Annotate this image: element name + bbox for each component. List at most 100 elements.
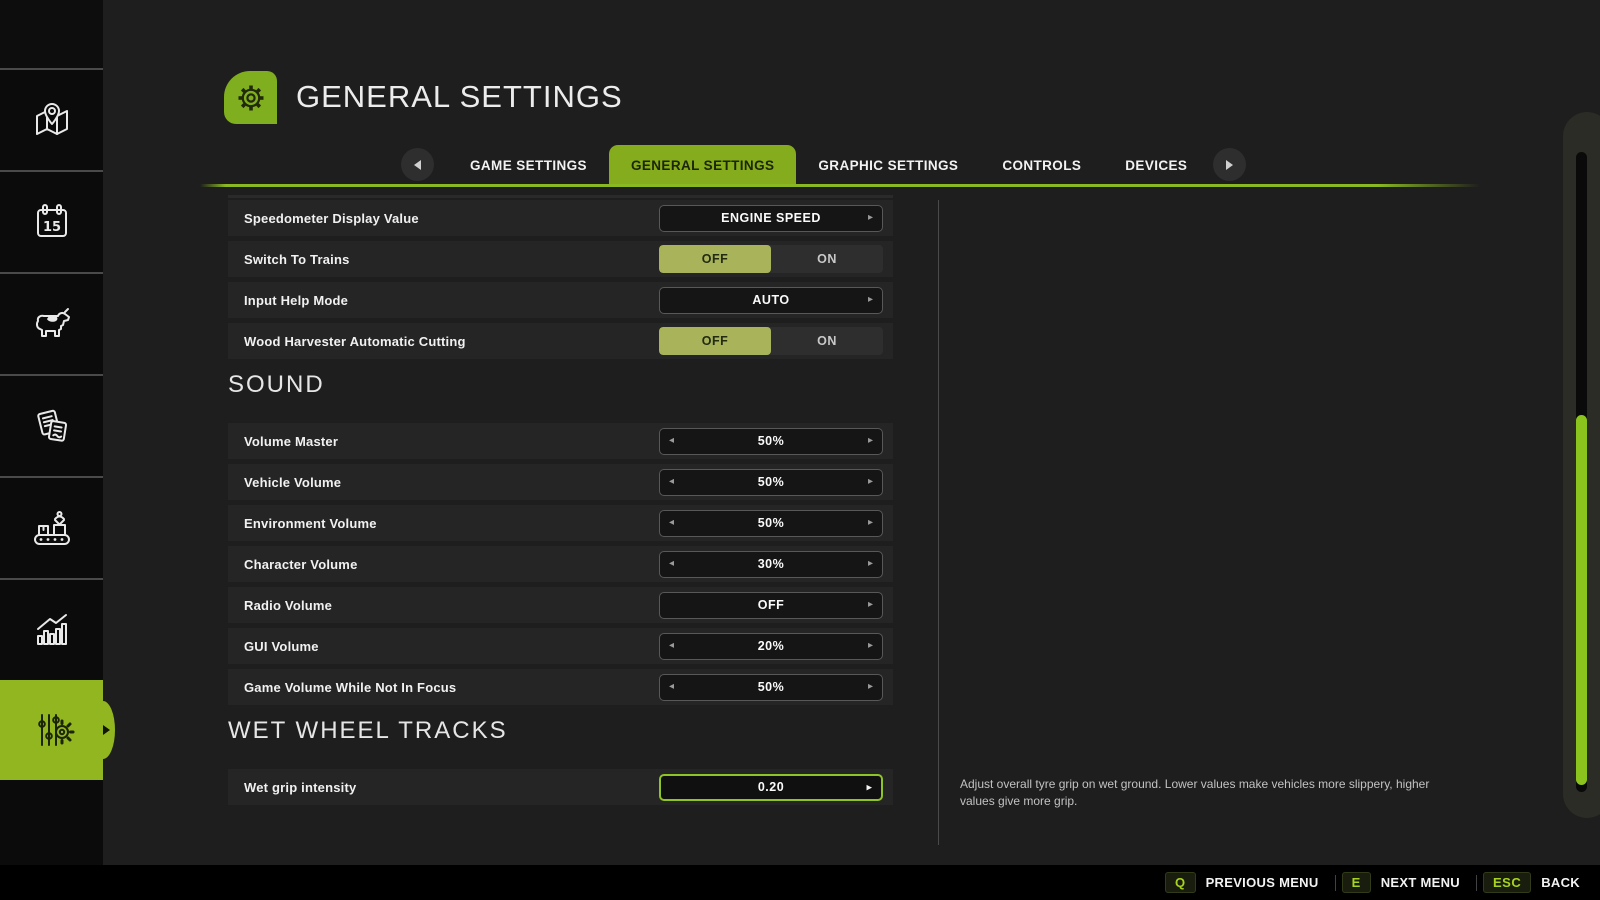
settings-row: Volume Master ◂ 50% ▸ [228,423,893,459]
sidebar-item-statistics[interactable] [0,578,103,680]
scrolled-row-sliver [228,195,893,198]
sidebar-item-contracts[interactable] [0,374,103,476]
chevron-left-icon [414,159,421,170]
toggle-option-off[interactable]: OFF [659,327,771,355]
toggle-option-off[interactable]: OFF [659,245,771,273]
footer-hint-bar: Q PREVIOUS MENU E NEXT MENU ESC BACK [0,865,1600,900]
hint-separator [1476,874,1477,891]
sidebar: 15 [0,0,115,865]
value-selector-game-volume-while-not-in-focus[interactable]: ◂ 50% ▸ [659,673,883,701]
increase-arrow-icon[interactable]: ▸ [868,477,873,487]
page-icon-badge [224,71,277,124]
selector-value: 50% [757,475,785,489]
increase-arrow-icon[interactable]: ▸ [868,295,873,305]
tab-devices[interactable]: DEVICES [1103,145,1209,185]
value-selector-gui-volume[interactable]: ◂ 20% ▸ [659,632,883,660]
sidebar-item-map[interactable] [0,68,103,170]
chevron-right-icon [1226,159,1233,170]
sidebar-spacer [0,0,103,68]
contracts-icon [29,404,75,448]
key-badge: Q [1164,872,1196,893]
decrease-arrow-icon[interactable]: ◂ [669,559,674,569]
gear-icon [238,85,263,110]
tab-game-settings[interactable]: GAME SETTINGS [448,145,609,185]
tabs-scroll-right-button[interactable] [1213,148,1246,181]
setting-label: Radio Volume [244,597,333,613]
sidebar-item-animals[interactable] [0,272,103,374]
value-selector-volume-master[interactable]: ◂ 50% ▸ [659,427,883,455]
page-title: GENERAL SETTINGS [296,79,623,114]
general-settings-screen: 15 GENERAL SETTINGS GAME SETTINGS GENERA… [0,0,1600,900]
toggle-wood-harvester-automatic-cutting[interactable]: OFF ON [659,327,883,355]
setting-label: Input Help Mode [244,292,349,308]
settings-row: Wood Harvester Automatic Cutting OFF ON [228,323,893,359]
decrease-arrow-icon[interactable]: ◂ [669,436,674,446]
value-selector-vehicle-volume[interactable]: ◂ 50% ▸ [659,468,883,496]
selector-value: 50% [757,516,785,530]
settings-row: Speedometer Display Value ENGINE SPEED ▸ [228,200,893,236]
tab-bar: GAME SETTINGS GENERAL SETTINGS GRAPHIC SET… [448,145,1209,185]
increase-arrow-icon[interactable]: ▸ [868,641,873,651]
hint-label: PREVIOUS MENU [1205,875,1319,890]
selector-value: AUTO [752,293,790,307]
value-selector-character-volume[interactable]: ◂ 30% ▸ [659,550,883,578]
increase-arrow-icon[interactable]: ▸ [868,436,873,446]
tab-general-settings[interactable]: GENERAL SETTINGS [608,145,797,185]
setting-description: Adjust overall tyre grip on wet ground. … [960,777,1430,809]
increase-arrow-icon[interactable]: ▸ [866,782,872,793]
decrease-arrow-icon[interactable]: ◂ [669,641,674,651]
hint-label: BACK [1541,875,1580,890]
value-selector-speedometer-display-value[interactable]: ENGINE SPEED ▸ [659,204,883,232]
key-badge: ESC [1483,872,1532,893]
settings-list: Speedometer Display Value ENGINE SPEED ▸ … [228,195,893,810]
increase-arrow-icon[interactable]: ▸ [868,682,873,692]
production-icon [29,506,75,550]
settings-icon [29,708,75,752]
key-badge: E [1341,872,1371,893]
animals-icon [29,302,75,346]
footer-hint-previous-menu[interactable]: Q PREVIOUS MENU [1164,872,1329,893]
increase-arrow-icon[interactable]: ▸ [868,559,873,569]
settings-row: Input Help Mode AUTO ▸ [228,282,893,318]
selector-value: OFF [757,598,785,612]
settings-row: GUI Volume ◂ 20% ▸ [228,628,893,664]
map-icon [29,98,75,142]
hint-separator [1334,874,1336,891]
decrease-arrow-icon[interactable]: ◂ [669,682,674,692]
scrollbar-thumb[interactable] [1576,415,1587,785]
value-selector-wet-grip-intensity[interactable]: 0.20 ▸ [659,773,883,801]
toggle-switch-to-trains[interactable]: OFF ON [659,245,883,273]
statistics-icon [29,608,75,652]
tab-graphic-settings[interactable]: GRAPHIC SETTINGS [796,145,980,185]
settings-row: Vehicle Volume ◂ 50% ▸ [228,464,893,500]
sidebar-item-production[interactable] [0,476,103,578]
value-selector-input-help-mode[interactable]: AUTO ▸ [659,286,883,314]
toggle-option-on[interactable]: ON [771,327,883,355]
sidebar-item-calendar[interactable]: 15 [0,170,103,272]
selector-value: 20% [757,639,785,653]
increase-arrow-icon[interactable]: ▸ [868,518,873,528]
settings-row: Radio Volume OFF ▸ [228,587,893,623]
active-item-arrow-icon [103,725,110,735]
increase-arrow-icon[interactable]: ▸ [868,213,873,223]
tabs-scroll-left-button[interactable] [401,148,434,181]
tab-controls[interactable]: CONTROLS [980,145,1103,185]
decrease-arrow-icon[interactable]: ◂ [669,518,674,528]
setting-label: Volume Master [244,433,339,449]
sidebar-item-settings[interactable] [0,680,115,780]
setting-label: Environment Volume [244,515,377,531]
value-selector-environment-volume[interactable]: ◂ 50% ▸ [659,509,883,537]
decrease-arrow-icon[interactable]: ◂ [669,477,674,487]
toggle-option-on[interactable]: ON [771,245,883,273]
setting-label: Switch To Trains [244,251,350,267]
selector-value: 30% [757,557,785,571]
section-title: WET WHEEL TRACKS [228,717,508,744]
footer-hint-next-menu[interactable]: E NEXT MENU [1341,872,1470,893]
value-selector-radio-volume[interactable]: OFF ▸ [659,591,883,619]
selector-value: ENGINE SPEED [721,211,821,225]
increase-arrow-icon[interactable]: ▸ [868,600,873,610]
setting-label: Wood Harvester Automatic Cutting [244,333,466,349]
setting-label: Game Volume While Not In Focus [244,679,457,695]
selector-value: 0.20 [757,780,785,794]
footer-hint-back[interactable]: ESC BACK [1483,872,1590,893]
